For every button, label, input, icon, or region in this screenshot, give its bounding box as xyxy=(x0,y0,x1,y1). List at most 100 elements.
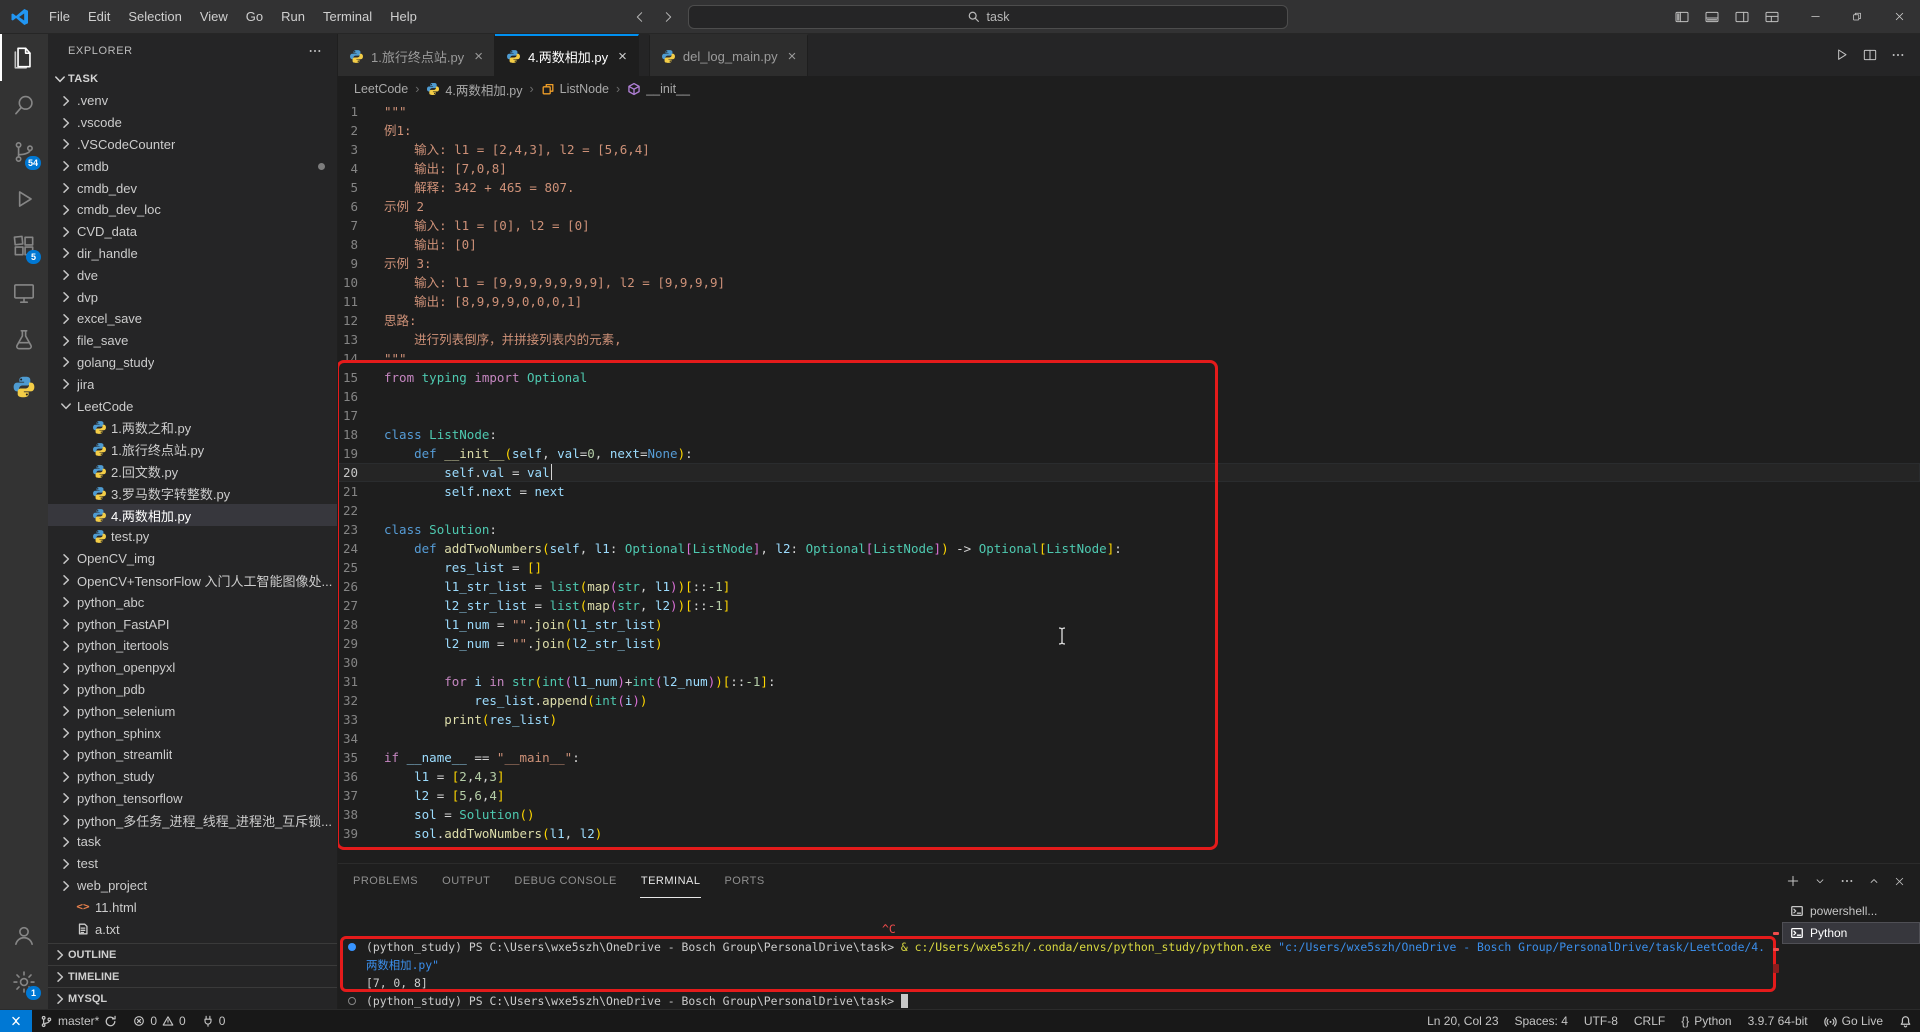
line-number[interactable]: 6 xyxy=(338,197,384,216)
code-line[interactable]: 2 例1: xyxy=(338,121,1920,140)
line-number[interactable]: 24 xyxy=(338,539,384,558)
command-decoration-circle[interactable] xyxy=(348,997,356,1005)
maximize-button[interactable] xyxy=(1836,0,1878,34)
tree-item[interactable]: <> 11.html xyxy=(48,896,337,918)
terminal-instance[interactable]: Python xyxy=(1782,922,1920,944)
more-icon[interactable] xyxy=(1839,873,1855,889)
tree-item[interactable]: 1.两数之和.py xyxy=(48,417,337,439)
notifications-bell[interactable] xyxy=(1891,1010,1920,1032)
code-line[interactable]: 29 l2_num = "".join(l2_str_list) xyxy=(338,634,1920,653)
code-line[interactable]: 22 xyxy=(338,501,1920,520)
toggle-primary-sidebar-icon[interactable] xyxy=(1674,9,1690,25)
code-line[interactable]: 14 """ xyxy=(338,349,1920,368)
activity-item-explorer[interactable] xyxy=(0,34,48,81)
chevron-down-icon[interactable] xyxy=(1813,874,1827,888)
line-number[interactable]: 20 xyxy=(338,463,384,482)
tree-item[interactable]: task xyxy=(48,831,337,853)
explorer-more-actions-icon[interactable] xyxy=(307,43,323,59)
tree-item[interactable]: jira xyxy=(48,373,337,395)
line-number[interactable]: 23 xyxy=(338,520,384,539)
code-line[interactable]: 12 思路: xyxy=(338,311,1920,330)
activity-item-source-control[interactable]: 54 xyxy=(0,128,48,175)
tree-item[interactable]: excel_save xyxy=(48,308,337,330)
code-line[interactable]: 32 res_list.append(int(i)) xyxy=(338,691,1920,710)
panel-tab-terminal[interactable]: TERMINAL xyxy=(639,864,702,898)
line-number[interactable]: 27 xyxy=(338,596,384,615)
line-number[interactable]: 35 xyxy=(338,748,384,767)
code-line[interactable]: 23 class Solution: xyxy=(338,520,1920,539)
line-number[interactable]: 2 xyxy=(338,121,384,140)
line-number[interactable]: 7 xyxy=(338,216,384,235)
line-number[interactable]: 34 xyxy=(338,729,384,748)
code-line[interactable]: 18 class ListNode: xyxy=(338,425,1920,444)
tree-item[interactable]: python_pdb xyxy=(48,679,337,701)
terminal-instance[interactable]: powershell... xyxy=(1782,900,1920,922)
sidebar-section-outline[interactable]: OUTLINE xyxy=(48,943,337,965)
menu-item-selection[interactable]: Selection xyxy=(119,9,190,24)
chevron-up-icon[interactable] xyxy=(1867,874,1881,888)
code-line[interactable]: 19 def __init__(self, val=0, next=None): xyxy=(338,444,1920,463)
activity-item-accounts[interactable] xyxy=(0,911,48,958)
editor-tab[interactable]: 1.旅行终点站.py × xyxy=(338,34,495,76)
tree-item[interactable]: cmdb xyxy=(48,155,337,177)
line-number[interactable]: 29 xyxy=(338,634,384,653)
menu-item-run[interactable]: Run xyxy=(272,9,314,24)
tab-close-icon[interactable]: × xyxy=(788,48,797,65)
tree-item[interactable]: .VSCodeCounter xyxy=(48,134,337,156)
tree-item[interactable]: OpenCV_img xyxy=(48,548,337,570)
sidebar-section-mysql[interactable]: MYSQL xyxy=(48,987,337,1009)
tree-item[interactable]: python_sphinx xyxy=(48,722,337,744)
sidebar-section-timeline[interactable]: TIMELINE xyxy=(48,965,337,987)
tree-item[interactable]: cmdb_dev xyxy=(48,177,337,199)
problems-status[interactable]: 0 0 xyxy=(125,1010,193,1032)
git-branch-status[interactable]: master* xyxy=(32,1010,125,1032)
code-line[interactable]: 8 输出: [0] xyxy=(338,235,1920,254)
panel-tab-ports[interactable]: PORTS xyxy=(723,864,765,898)
line-number[interactable]: 21 xyxy=(338,482,384,501)
code-line[interactable]: 17 xyxy=(338,406,1920,425)
toggle-secondary-sidebar-icon[interactable] xyxy=(1734,9,1750,25)
code-line[interactable]: 20 self.val = val xyxy=(338,463,1920,482)
play-icon[interactable] xyxy=(1834,47,1850,63)
tree-item[interactable]: python_streamlit xyxy=(48,744,337,766)
code-line[interactable]: 10 输入: l1 = [9,9,9,9,9,9,9], l2 = [9,9,9… xyxy=(338,273,1920,292)
tree-item[interactable]: test.py xyxy=(48,526,337,548)
code-line[interactable]: 13 进行列表倒序，并拼接列表内的元素, xyxy=(338,330,1920,349)
nav-forward-icon[interactable] xyxy=(660,9,676,25)
line-number[interactable]: 19 xyxy=(338,444,384,463)
tree-item[interactable]: python_多任务_进程_线程_进程池_互斥锁... xyxy=(48,809,337,831)
tree-item[interactable]: .venv xyxy=(48,90,337,112)
line-number[interactable]: 31 xyxy=(338,672,384,691)
line-number[interactable]: 1 xyxy=(338,102,384,121)
line-number[interactable]: 26 xyxy=(338,577,384,596)
line-number[interactable]: 28 xyxy=(338,615,384,634)
menu-item-terminal[interactable]: Terminal xyxy=(314,9,381,24)
split-icon[interactable] xyxy=(1862,47,1878,63)
tree-item[interactable]: 3.罗马数字转整数.py xyxy=(48,482,337,504)
tree-item[interactable]: dve xyxy=(48,264,337,286)
cursor-position[interactable]: Ln 20, Col 23 xyxy=(1419,1010,1506,1032)
tree-item[interactable]: golang_study xyxy=(48,352,337,374)
code-line[interactable]: 21 self.next = next xyxy=(338,482,1920,501)
code-line[interactable]: 24 def addTwoNumbers(self, l1: Optional[… xyxy=(338,539,1920,558)
activity-item-search[interactable] xyxy=(0,81,48,128)
workspace-section-header[interactable]: TASK xyxy=(48,68,337,90)
panel-tab-output[interactable]: OUTPUT xyxy=(441,864,491,898)
editor-tab[interactable]: 4.两数相加.py × xyxy=(494,34,639,76)
command-decoration-circle[interactable] xyxy=(348,943,356,951)
line-number[interactable]: 30 xyxy=(338,653,384,672)
line-number[interactable]: 32 xyxy=(338,691,384,710)
code-line[interactable]: 1 """ xyxy=(338,102,1920,121)
code-line[interactable]: 16 xyxy=(338,387,1920,406)
code-line[interactable]: 37 l2 = [5,6,4] xyxy=(338,786,1920,805)
tab-close-icon[interactable]: × xyxy=(618,48,627,65)
code-line[interactable]: 31 for i in str(int(l1_num)+int(l2_num))… xyxy=(338,672,1920,691)
tree-item[interactable]: file_save xyxy=(48,330,337,352)
line-number[interactable]: 38 xyxy=(338,805,384,824)
remote-indicator[interactable] xyxy=(0,1010,32,1032)
tree-item[interactable]: python_tensorflow xyxy=(48,788,337,810)
code-line[interactable]: 35 if __name__ == "__main__": xyxy=(338,748,1920,767)
nav-back-icon[interactable] xyxy=(632,9,648,25)
tree-item[interactable]: cmdb_dev_loc xyxy=(48,199,337,221)
encoding-status[interactable]: UTF-8 xyxy=(1576,1010,1626,1032)
